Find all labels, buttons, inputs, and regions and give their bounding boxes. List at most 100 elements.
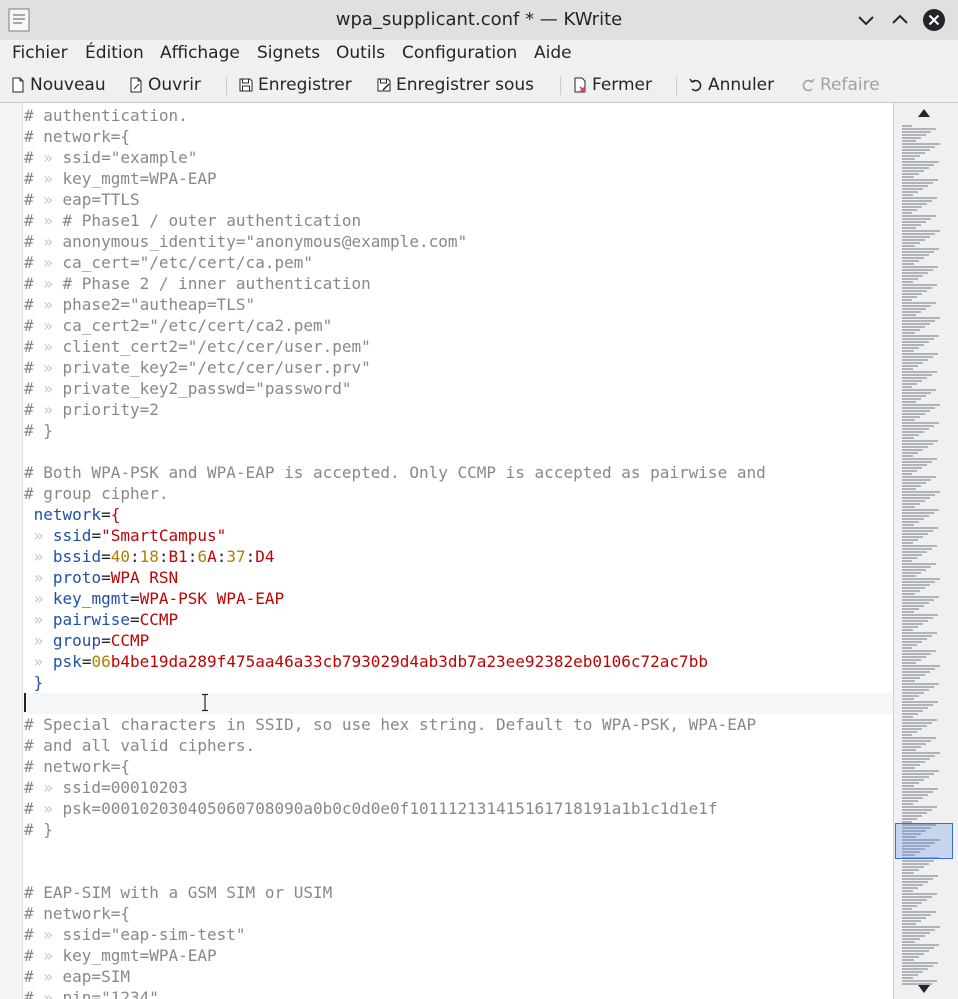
minimap-row	[902, 311, 921, 313]
code-line[interactable]: # » ca_cert="/etc/cert/ca.pem"	[24, 252, 893, 273]
menu-aide[interactable]: Aide	[534, 40, 572, 68]
code-line[interactable]: # » ssid="eap-sim-test"	[24, 924, 893, 945]
code-line[interactable]: # Special characters in SSID, so use hex…	[24, 714, 893, 735]
scroll-up-icon[interactable]	[918, 109, 930, 117]
code-line[interactable]: » group=CCMP	[24, 630, 893, 651]
scroll-down-icon[interactable]	[918, 985, 930, 993]
code-line[interactable]: # network={	[24, 756, 893, 777]
menu-edition[interactable]: Édition	[85, 40, 144, 68]
code-line[interactable]: # Both WPA-PSK and WPA-EAP is accepted. …	[24, 462, 893, 483]
code-line[interactable]: # » phase2="autheap=TLS"	[24, 294, 893, 315]
maximize-icon[interactable]	[888, 8, 912, 32]
code-token: =	[101, 568, 111, 587]
code-line[interactable]: # » key_mgmt=WPA-EAP	[24, 945, 893, 966]
minimap-row	[902, 782, 919, 784]
code-line[interactable]: # » private_key2="/etc/cer/user.prv"	[24, 357, 893, 378]
minimap-row	[902, 437, 914, 439]
menu-outils[interactable]: Outils	[336, 40, 385, 68]
minimap-row	[902, 194, 913, 196]
code-line[interactable]: # » ssid="example"	[24, 147, 893, 168]
minimap-row	[902, 413, 925, 415]
code-line[interactable]: # » psk=000102030405060708090a0b0c0d0e0f…	[24, 798, 893, 819]
code-line[interactable]: # EAP-SIM with a GSM SIM or USIM	[24, 882, 893, 903]
minimap-row	[902, 329, 920, 331]
open-button[interactable]: Ouvrir	[128, 68, 208, 102]
code-line[interactable]: # » # Phase1 / outer authentication	[24, 210, 893, 231]
code-token: # authentication.	[24, 106, 188, 125]
minimap-row	[902, 209, 917, 211]
code-token: =	[129, 589, 140, 608]
menu-affichage[interactable]: Affichage	[160, 40, 240, 68]
code-line[interactable]: }	[24, 672, 893, 693]
minimap-row	[902, 632, 937, 634]
code-line[interactable]	[24, 441, 893, 462]
code-line[interactable]	[24, 693, 893, 714]
code-line[interactable]: # }	[24, 819, 893, 840]
new-button[interactable]: Nouveau	[10, 68, 108, 102]
minimap-row	[902, 347, 919, 349]
code-line[interactable]: # » private_key2_passwd="password"	[24, 378, 893, 399]
code-line[interactable]: # network={	[24, 126, 893, 147]
minimap-row	[902, 884, 923, 886]
code-token: »	[43, 295, 63, 314]
code-line[interactable]: # and all valid ciphers.	[24, 735, 893, 756]
code-line[interactable]: # » key_mgmt=WPA-EAP	[24, 168, 893, 189]
code-token: eap=SIM	[62, 967, 130, 986]
editor-gutter	[0, 103, 23, 999]
minimap-row	[902, 269, 933, 271]
minimap-row	[902, 134, 926, 136]
code-line[interactable]: # » client_cert2="/etc/cer/user.pem"	[24, 336, 893, 357]
code-line[interactable]: # » ca_cert2="/etc/cert/ca2.pem"	[24, 315, 893, 336]
code-line[interactable]: # » eap=TTLS	[24, 189, 893, 210]
menu-configuration[interactable]: Configuration	[402, 40, 517, 68]
code-line[interactable]: # authentication.	[24, 105, 893, 126]
minimap-row	[902, 401, 916, 403]
minimap-row	[902, 143, 940, 145]
code-line[interactable]: » psk=06b4be19da289f475aa46a33cb793029d4…	[24, 651, 893, 672]
close-document-button[interactable]: Fermer	[572, 68, 658, 102]
code-token: »	[24, 526, 53, 545]
code-line[interactable]: # » pin="1234"	[24, 987, 893, 999]
editor-lines[interactable]: # authentication. # network={# » ssid="ex…	[24, 105, 893, 999]
code-line[interactable]: # » # Phase 2 / inner authentication	[24, 273, 893, 294]
minimap-row	[902, 791, 933, 793]
minimap-row	[902, 788, 938, 790]
menu-signets[interactable]: Signets	[257, 40, 320, 68]
save-as-button[interactable]: Enregistrer sous	[376, 68, 542, 102]
code-line[interactable]: # group cipher.	[24, 483, 893, 504]
code-line[interactable]	[24, 861, 893, 882]
minimap-scrollbar[interactable]	[893, 103, 958, 999]
minimap-row	[902, 284, 937, 286]
code-token: :	[129, 547, 140, 566]
code-line[interactable]: » bssid=40:18:B1:6A:37:D4	[24, 546, 893, 567]
code-line[interactable]: # }	[24, 420, 893, 441]
code-line[interactable]: network={	[24, 504, 893, 525]
code-line[interactable]: » ssid="SmartCampus"	[24, 525, 893, 546]
minimap-row	[902, 701, 938, 703]
minimap-row	[902, 515, 929, 517]
minimap-row	[902, 695, 919, 697]
save-icon	[239, 78, 253, 92]
minimap-row	[902, 392, 931, 394]
code-line[interactable]: # » anonymous_identity="anonymous@exampl…	[24, 231, 893, 252]
code-line[interactable]: » pairwise=CCMP	[24, 609, 893, 630]
minimap-row	[902, 335, 939, 337]
code-line[interactable]	[24, 840, 893, 861]
code-line[interactable]: # » eap=SIM	[24, 966, 893, 987]
undo-button[interactable]: Annuler	[688, 68, 778, 102]
menu-fichier[interactable]: Fichier	[12, 40, 68, 68]
code-line[interactable]: # » priority=2	[24, 399, 893, 420]
save-button[interactable]: Enregistrer	[238, 68, 358, 102]
minimize-icon[interactable]	[854, 8, 878, 32]
code-line[interactable]: # network={	[24, 903, 893, 924]
text-editor-area[interactable]: # authentication. # network={# » ssid="ex…	[0, 103, 893, 999]
close-icon[interactable]	[922, 8, 946, 32]
minimap-row	[902, 464, 927, 466]
code-line[interactable]: » key_mgmt=WPA-PSK WPA-EAP	[24, 588, 893, 609]
code-line[interactable]: » proto=WPA RSN	[24, 567, 893, 588]
redo-button[interactable]: Refaire	[800, 68, 890, 102]
minimap-viewport[interactable]	[895, 823, 953, 859]
code-line[interactable]: # » ssid=00010203	[24, 777, 893, 798]
minimap-row	[902, 323, 930, 325]
code-token: # group cipher.	[24, 484, 169, 503]
